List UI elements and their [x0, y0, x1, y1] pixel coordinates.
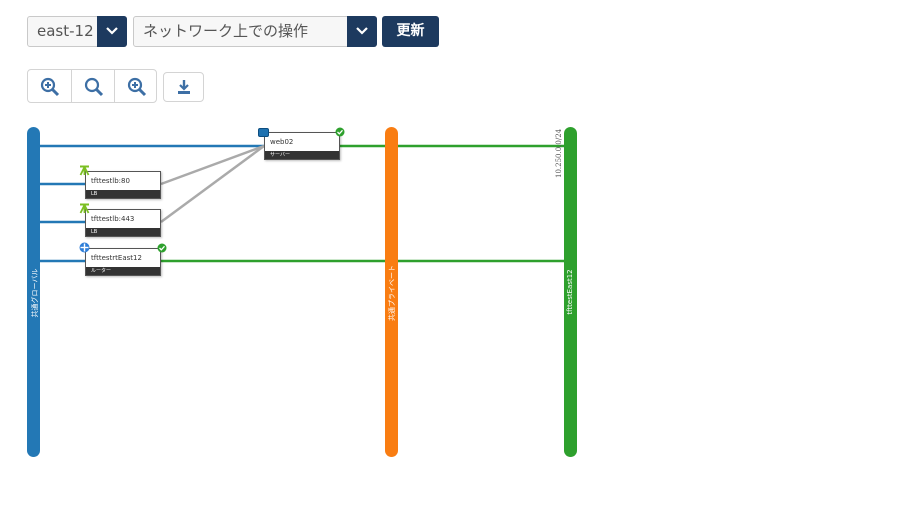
node-server[interactable]: web02 サーバー — [264, 132, 340, 160]
network-label-global: 共通グローバル — [31, 268, 39, 318]
node-name: tfttestlb:80 — [91, 177, 130, 185]
load-balancer-icon — [79, 165, 90, 176]
node-name: tfttestrtEast12 — [91, 254, 142, 262]
node-name: web02 — [270, 138, 294, 146]
node-name: tfttestlb:443 — [91, 215, 135, 223]
status-ok-icon — [335, 127, 345, 137]
node-lb-443[interactable]: tfttestlb:443 LB — [85, 209, 161, 237]
router-icon — [79, 242, 90, 253]
network-label-private: 共通プライベート — [388, 265, 396, 321]
server-icon — [258, 128, 269, 137]
node-type: ルーター — [86, 267, 160, 275]
node-router[interactable]: tfttestrtEast12 ルーター — [85, 248, 161, 276]
node-type: LB — [86, 190, 160, 198]
node-type: LB — [86, 228, 160, 236]
subnet-label: 10.250.0.0/24 — [555, 128, 563, 178]
node-lb-80[interactable]: tfttestlb:80 LB — [85, 171, 161, 199]
status-ok-icon — [157, 243, 167, 253]
network-label-east12: tfttestEast12 — [566, 269, 574, 315]
node-type: サーバー — [265, 151, 339, 159]
network-diagram: 共通グローバル 共通プライベート tfttestEast12 10.250.0.… — [0, 0, 898, 509]
load-balancer-icon — [79, 203, 90, 214]
